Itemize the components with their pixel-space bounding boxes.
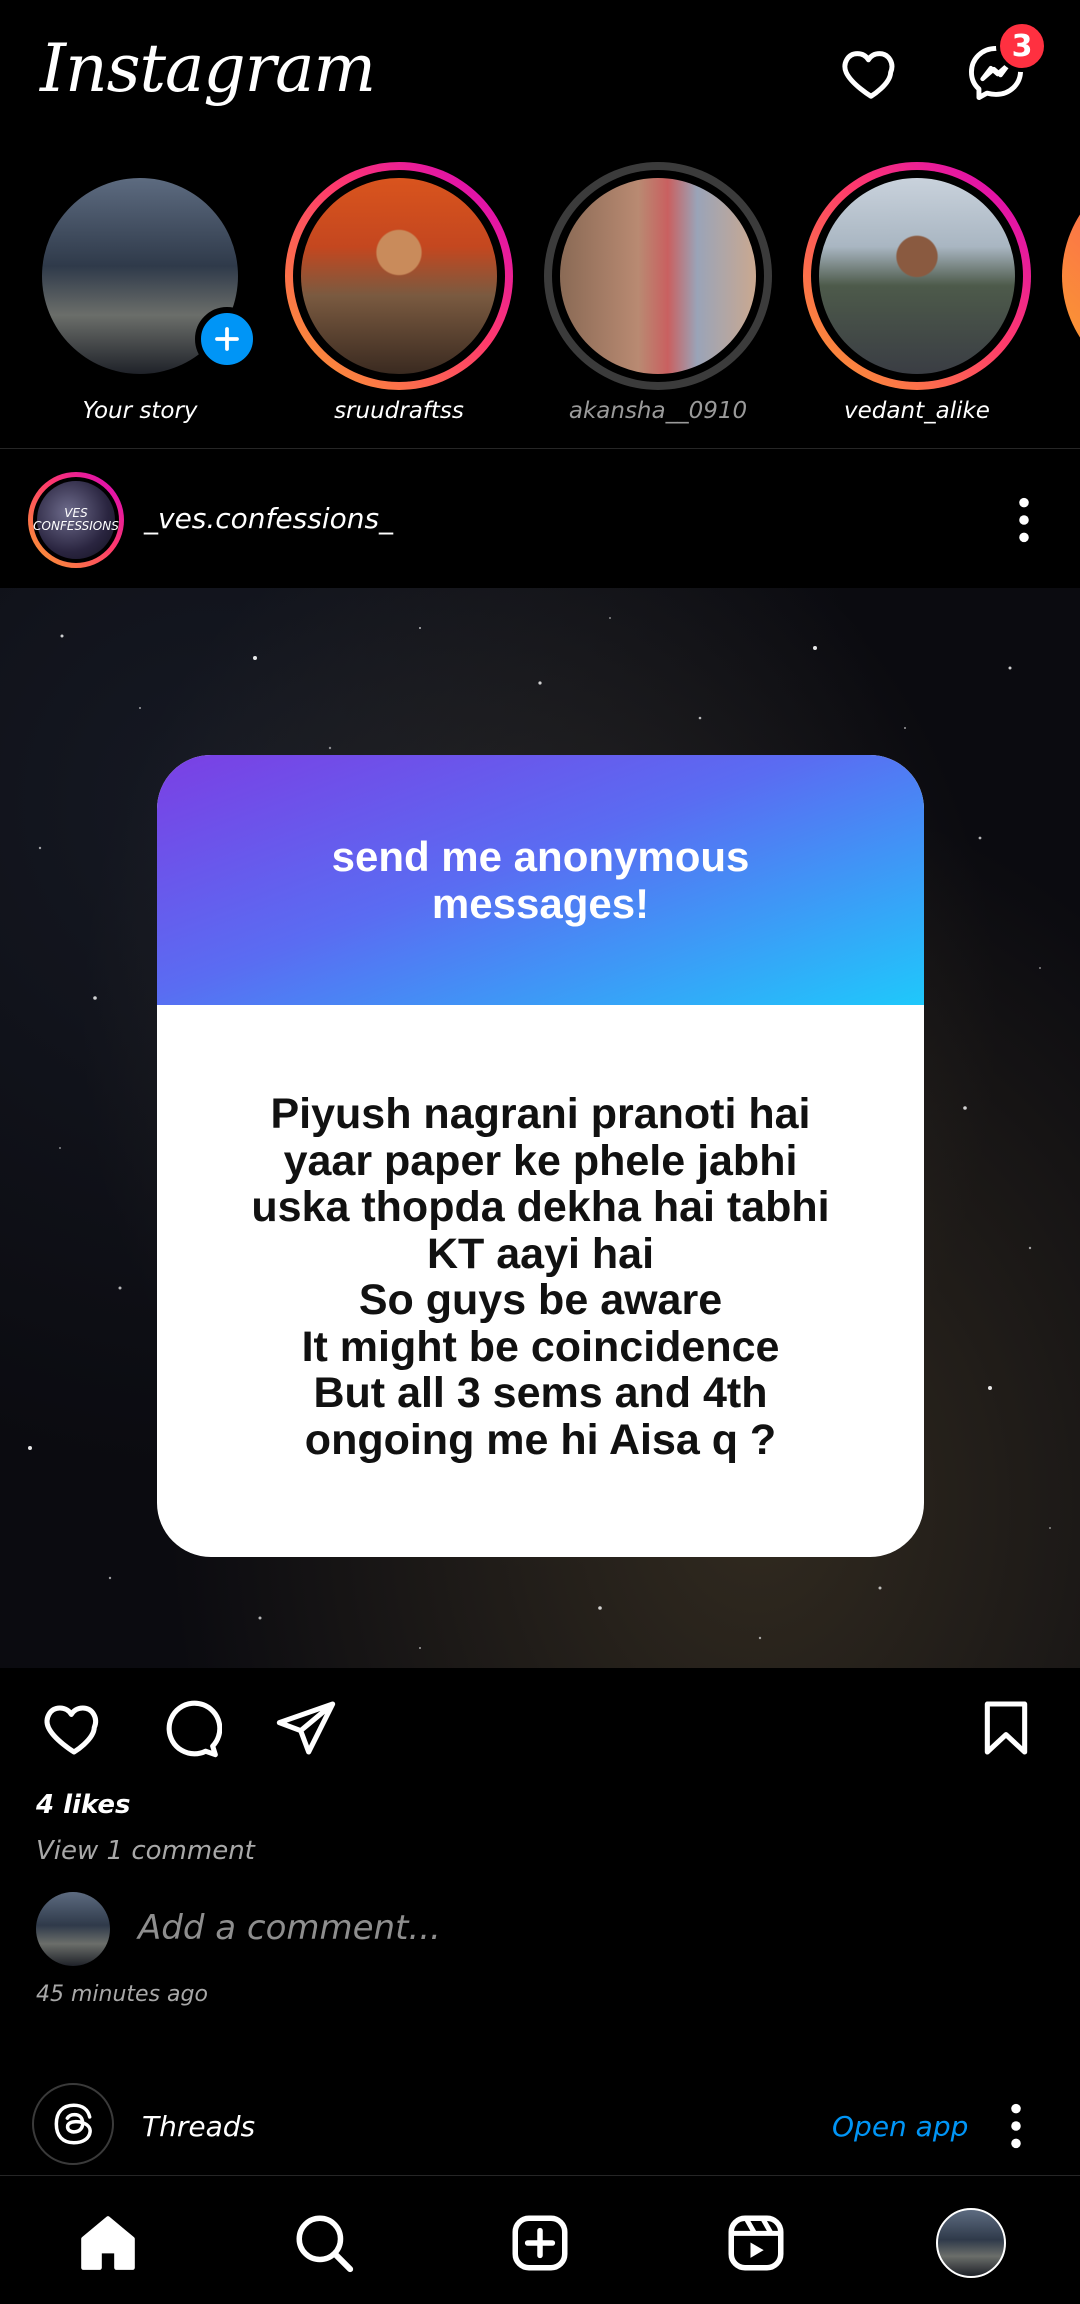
heart-icon[interactable]	[840, 42, 902, 104]
add-comment-input[interactable]: Add a comment...	[138, 1908, 441, 1948]
messenger-badge: 3	[996, 20, 1048, 72]
story-label: Your story	[82, 398, 198, 424]
story-label: akansha__0910	[568, 398, 748, 424]
threads-more-icon[interactable]	[996, 2100, 1036, 2152]
threads-icon	[54, 2103, 92, 2145]
story-next-partial[interactable]	[1062, 162, 1080, 390]
card-title: send me anonymous messages!	[331, 833, 750, 927]
search-icon[interactable]	[291, 2210, 357, 2276]
threads-logo-icon[interactable]	[32, 2083, 114, 2165]
post-author-avatar[interactable]: VES CONFESSIONS	[28, 472, 124, 568]
view-comments-link[interactable]: View 1 comment	[36, 1836, 255, 1866]
card-header: send me anonymous messages!	[157, 755, 924, 1005]
reels-icon[interactable]	[723, 2210, 789, 2276]
home-icon[interactable]	[75, 2210, 141, 2276]
post-timestamp: 45 minutes ago	[36, 1982, 208, 2007]
story-avatar	[819, 178, 1015, 374]
post-author-username[interactable]: _ves.confessions_	[144, 502, 393, 535]
story-your-story[interactable]: Your story	[25, 162, 259, 432]
story-vedant[interactable]: vedant_alike	[802, 162, 1032, 432]
save-bookmark-icon[interactable]	[974, 1696, 1038, 1760]
story-label: vedant_alike	[844, 398, 990, 424]
instagram-logo: Instagram	[40, 30, 376, 107]
profile-avatar[interactable]	[936, 2208, 1006, 2278]
open-app-link[interactable]: Open app	[832, 2110, 968, 2143]
threads-label: Threads	[142, 2110, 256, 2143]
add-story-button[interactable]	[195, 307, 259, 371]
story-label: sruudraftss	[334, 398, 464, 424]
plus-icon	[215, 327, 239, 351]
anonymous-message-card: send me anonymous messages! Piyush nagra…	[157, 755, 924, 1557]
post-image[interactable]: send me anonymous messages! Piyush nagra…	[0, 588, 1080, 1668]
stories-divider	[0, 448, 1080, 449]
create-post-icon[interactable]	[507, 2210, 573, 2276]
story-sruudraftss[interactable]: sruudraftss	[284, 162, 514, 432]
more-options-icon[interactable]	[1004, 494, 1044, 546]
card-body: Piyush nagrani pranoti hai yaar paper ke…	[157, 1005, 924, 1557]
story-akansha[interactable]: akansha__0910	[543, 162, 773, 432]
like-icon[interactable]	[42, 1696, 106, 1760]
current-user-avatar	[36, 1892, 110, 1966]
avatar-text: VES CONFESSIONS	[33, 481, 119, 559]
likes-count[interactable]: 4 likes	[36, 1790, 130, 1820]
story-avatar	[301, 178, 497, 374]
card-message: Piyush nagrani pranoti hai yaar paper ke…	[251, 1090, 830, 1464]
share-icon[interactable]	[274, 1696, 338, 1760]
comment-icon[interactable]	[158, 1696, 222, 1760]
story-avatar	[560, 178, 756, 374]
